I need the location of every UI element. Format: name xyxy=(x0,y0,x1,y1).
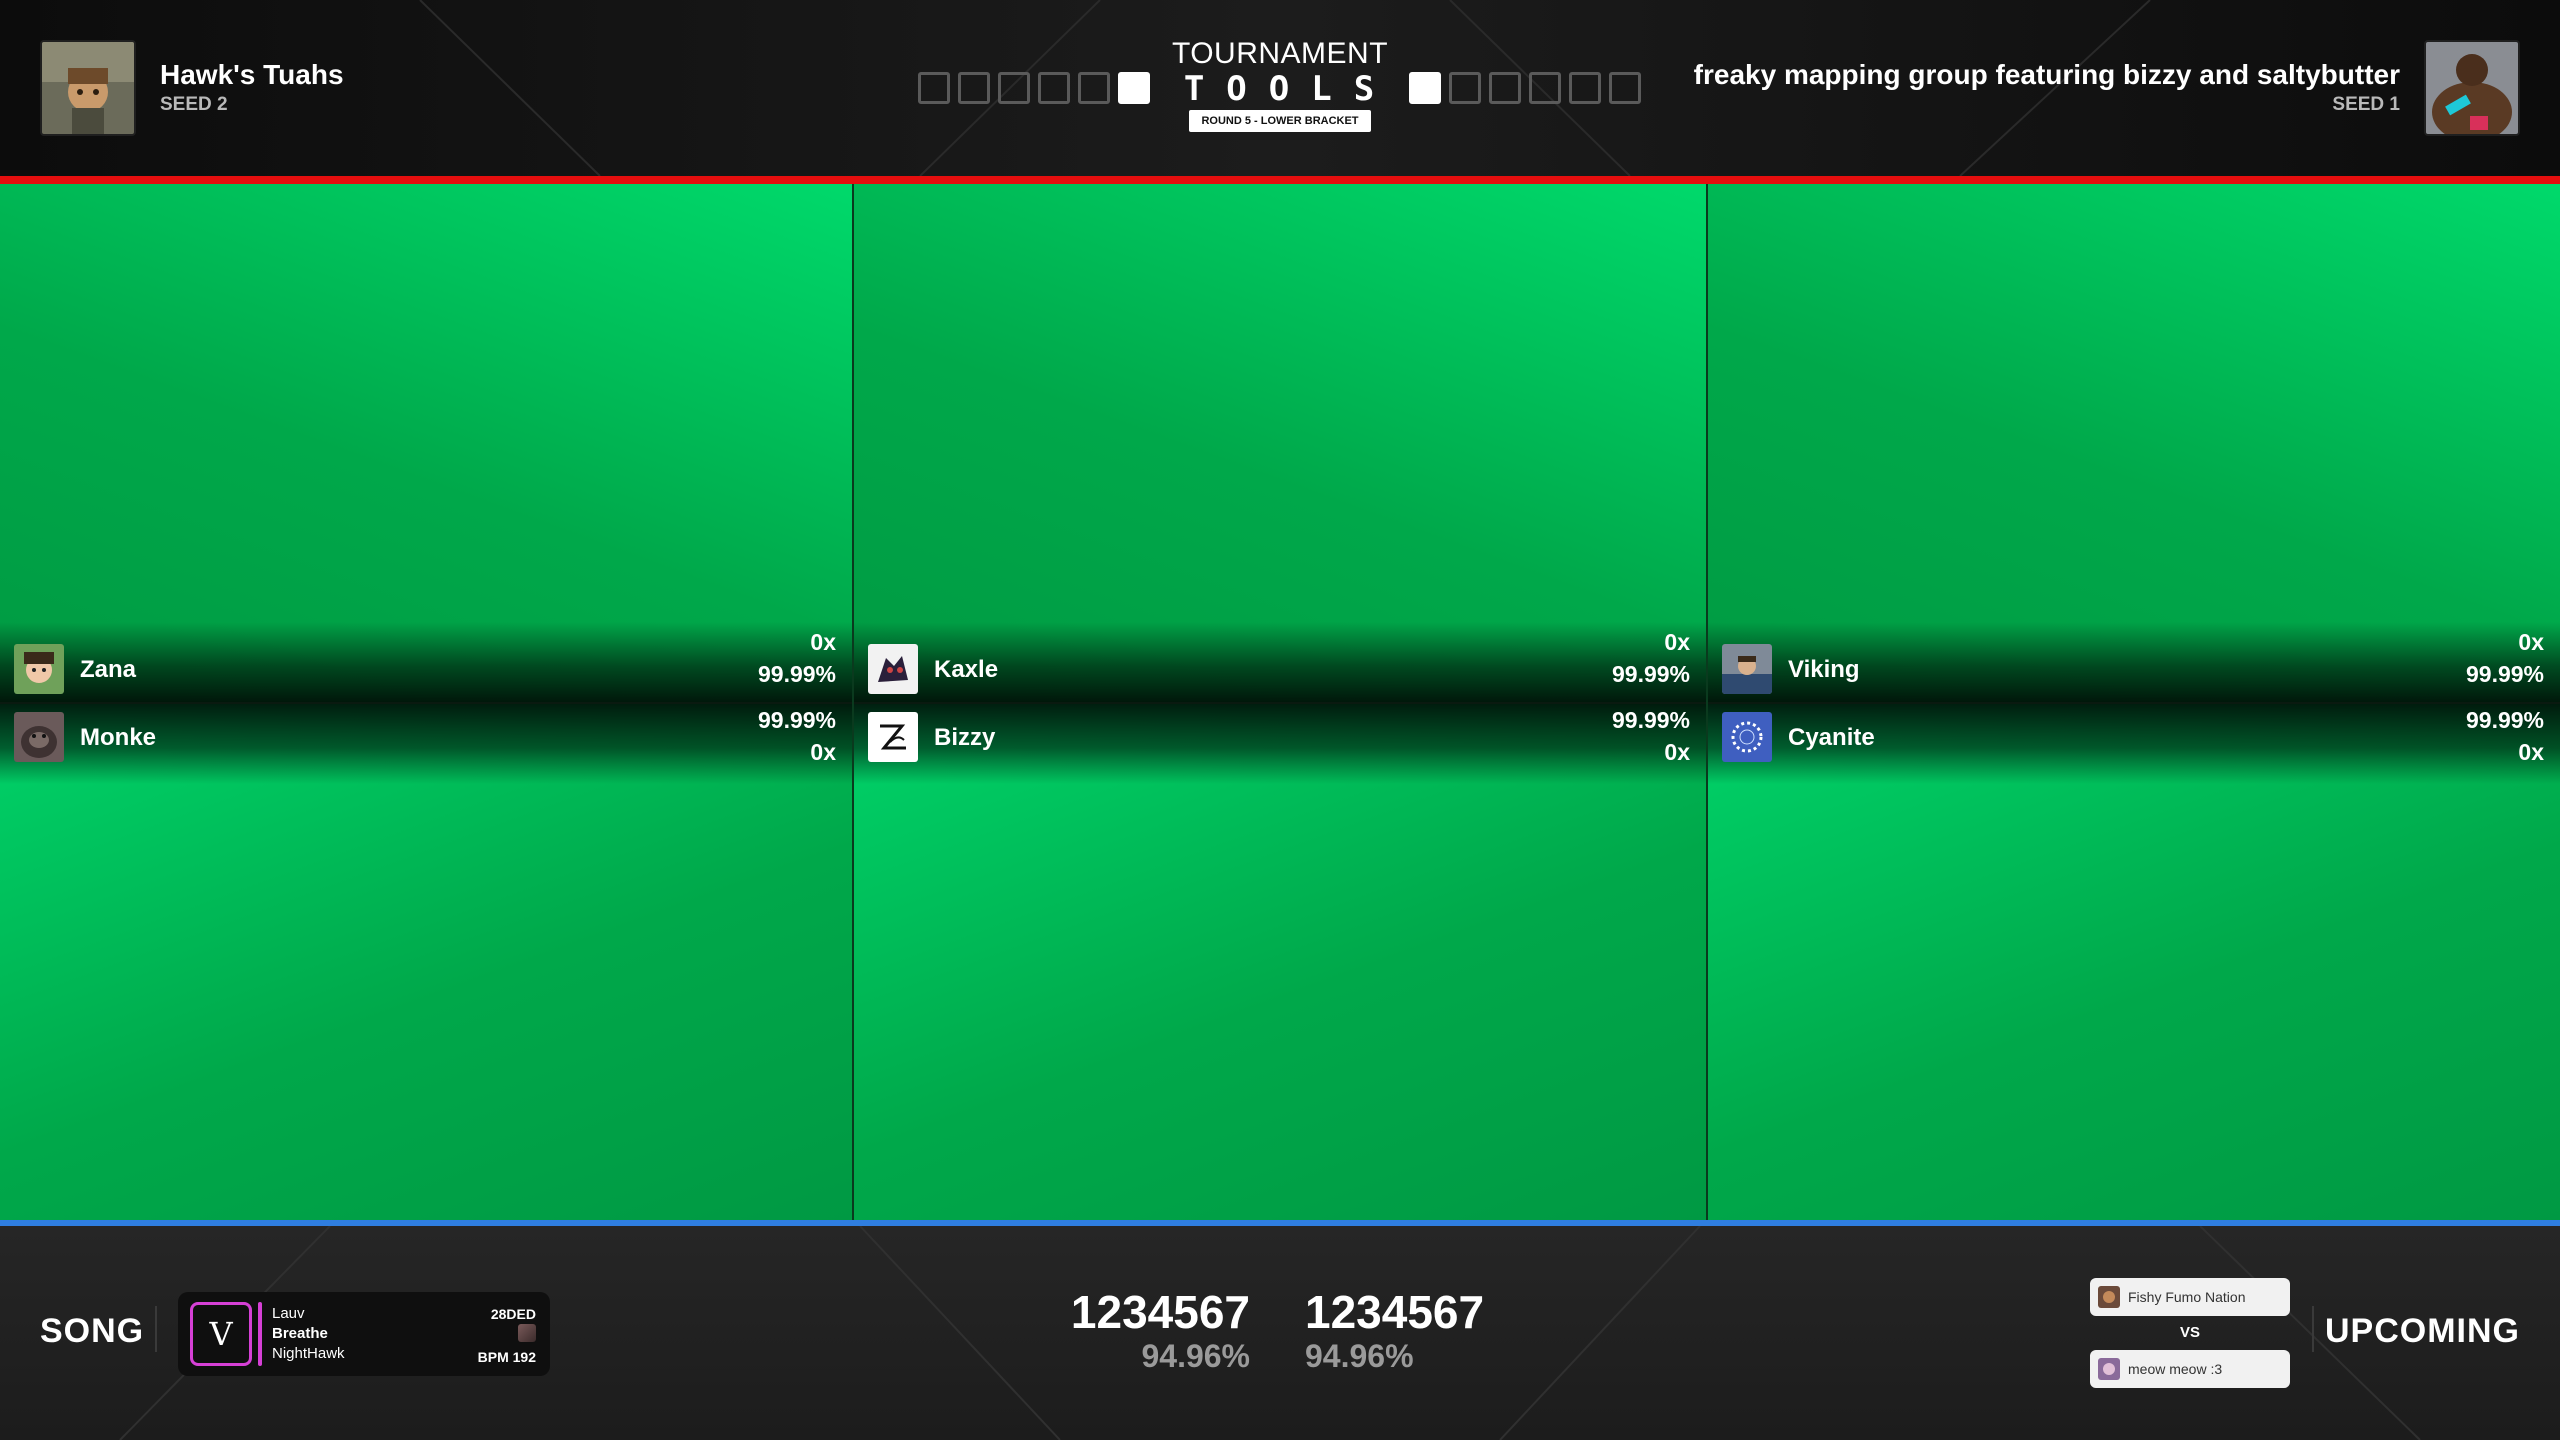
song-meta: Lauv Breathe NightHawk xyxy=(272,1304,345,1364)
gameplay-grid: Zana 0x 99.99% Monke 99.99% 0x Kaxle 0x … xyxy=(0,184,2560,1220)
player-stats: 0x 99.99% xyxy=(1612,626,1690,690)
song-details: 28DED BPM 192 xyxy=(478,1304,536,1367)
player-bar-top: Kaxle 0x 99.99% xyxy=(854,622,1706,702)
upcoming-team-a-avatar xyxy=(2098,1286,2120,1308)
score-right-value: 1234567 xyxy=(1305,1286,1485,1338)
team-left-seed: SEED 2 xyxy=(160,94,228,115)
team-right-name: freaky mapping group featuring bizzy and… xyxy=(1693,59,2400,90)
player-accuracy: 99.99% xyxy=(2465,661,2544,687)
player-bar-top: Viking 0x 99.99% xyxy=(1708,622,2560,702)
upcoming-team-a: Fishy Fumo Nation xyxy=(2090,1278,2290,1316)
player-avatar xyxy=(14,644,64,694)
upcoming-team-a-name: Fishy Fumo Nation xyxy=(2128,1289,2246,1305)
player-accuracy: 99.99% xyxy=(1611,661,1690,687)
separator xyxy=(2312,1306,2314,1352)
score-left: 1234567 94.96% xyxy=(1071,1286,1250,1374)
player-stats: 99.99% 0x xyxy=(2466,704,2544,768)
song-code: 28DED xyxy=(490,1306,536,1322)
team-right-avatar xyxy=(2424,40,2520,136)
song-artist: Lauv xyxy=(272,1305,305,1322)
logo-line2: TOOLS xyxy=(1183,69,1397,109)
logo-line1: TOURNAMENT xyxy=(1171,37,1389,70)
player-bar-bottom: Monke 99.99% 0x xyxy=(0,702,852,784)
player-name: Viking xyxy=(1788,656,1860,683)
score-right-accuracy: 94.96% xyxy=(1305,1338,1414,1374)
team-left: Hawk's Tuahs SEED 2 xyxy=(40,40,344,136)
point-box xyxy=(1449,72,1481,104)
player-combo: 0x xyxy=(810,629,836,655)
point-box xyxy=(1038,72,1070,104)
point-box xyxy=(918,72,950,104)
footer: SONG V Lauv Breathe NightHawk 28DED BPM … xyxy=(0,1226,2560,1440)
player-column-1: Zana 0x 99.99% Monke 99.99% 0x xyxy=(0,184,852,1220)
upcoming-team-b-name: meow meow :3 xyxy=(2128,1361,2223,1377)
player-column-2: Kaxle 0x 99.99% Bizzy 99.99% 0x xyxy=(854,184,1706,1220)
tournament-overlay: Hawk's Tuahs SEED 2 TOURNAMENT TOOLS ROU… xyxy=(0,0,2560,1440)
point-box-won xyxy=(1118,72,1150,104)
point-box xyxy=(1609,72,1641,104)
team-right-seed: SEED 1 xyxy=(2332,94,2400,115)
point-box xyxy=(998,72,1030,104)
player-stats: 0x 99.99% xyxy=(2466,626,2544,690)
player-combo: 0x xyxy=(2518,629,2544,655)
header-red-bar xyxy=(0,176,2560,184)
point-box xyxy=(958,72,990,104)
player-accuracy: 99.99% xyxy=(757,707,836,733)
player-stats: 0x 99.99% xyxy=(758,626,836,690)
team-left-name: Hawk's Tuahs xyxy=(160,59,344,90)
point-box xyxy=(1078,72,1110,104)
player-name: Cyanite xyxy=(1788,724,1875,751)
song-accent-bar xyxy=(258,1302,262,1366)
score-right: 1234567 94.96% xyxy=(1305,1286,1484,1374)
player-accuracy: 99.99% xyxy=(2465,707,2544,733)
tournament-logo: TOURNAMENT TOOLS ROUND 5 - LOWER BRACKET xyxy=(1160,38,1400,132)
player-combo: 0x xyxy=(1664,629,1690,655)
song-title: Breathe xyxy=(272,1325,328,1342)
song-bpm: BPM 192 xyxy=(477,1349,536,1365)
point-box xyxy=(1569,72,1601,104)
header: Hawk's Tuahs SEED 2 TOURNAMENT TOOLS ROU… xyxy=(0,0,2560,176)
team-left-points xyxy=(918,72,1150,104)
player-avatar xyxy=(14,712,64,762)
score-display: 1234567 94.96% 1234567 94.96% xyxy=(1060,1286,1540,1396)
player-stats: 99.99% 0x xyxy=(1612,704,1690,768)
player-combo: 0x xyxy=(810,739,836,765)
song-mapper: NightHawk xyxy=(272,1345,345,1362)
player-accuracy: 99.99% xyxy=(757,661,836,687)
player-stats: 99.99% 0x xyxy=(758,704,836,768)
round-badge: ROUND 5 - LOWER BRACKET xyxy=(1189,110,1371,132)
song-label: SONG xyxy=(40,1312,145,1350)
song-cover-icon: V xyxy=(190,1302,252,1366)
mapper-avatar-icon xyxy=(518,1324,536,1342)
team-right: freaky mapping group featuring bizzy and… xyxy=(1694,40,2520,136)
upcoming-vs: VS xyxy=(2179,1324,2200,1341)
score-left-accuracy: 94.96% xyxy=(1141,1338,1250,1374)
upcoming-team-b: meow meow :3 xyxy=(2090,1350,2290,1388)
team-right-points xyxy=(1409,72,1641,104)
team-left-avatar xyxy=(40,40,136,136)
point-box xyxy=(1529,72,1561,104)
point-box-won xyxy=(1409,72,1441,104)
player-name: Bizzy xyxy=(934,724,996,751)
player-accuracy: 99.99% xyxy=(1611,707,1690,733)
player-bar-top: Zana 0x 99.99% xyxy=(0,622,852,702)
player-avatar xyxy=(868,644,918,694)
player-combo: 0x xyxy=(2518,739,2544,765)
player-combo: 0x xyxy=(1664,739,1690,765)
player-column-3: Viking 0x 99.99% Cyanite 99.99% 0x xyxy=(1708,184,2560,1220)
upcoming-label: UPCOMING xyxy=(2325,1312,2520,1350)
song-card: V Lauv Breathe NightHawk 28DED BPM 192 xyxy=(178,1292,550,1376)
separator xyxy=(155,1306,157,1352)
upcoming-team-b-avatar xyxy=(2098,1358,2120,1380)
player-bar-bottom: Cyanite 99.99% 0x xyxy=(1708,702,2560,784)
player-name: Monke xyxy=(80,724,157,751)
point-box xyxy=(1489,72,1521,104)
score-left-value: 1234567 xyxy=(1070,1286,1250,1338)
player-name: Kaxle xyxy=(934,656,999,683)
player-avatar xyxy=(868,712,918,762)
player-avatar xyxy=(1722,644,1772,694)
player-avatar xyxy=(1722,712,1772,762)
player-name: Zana xyxy=(80,656,137,683)
player-bar-bottom: Bizzy 99.99% 0x xyxy=(854,702,1706,784)
